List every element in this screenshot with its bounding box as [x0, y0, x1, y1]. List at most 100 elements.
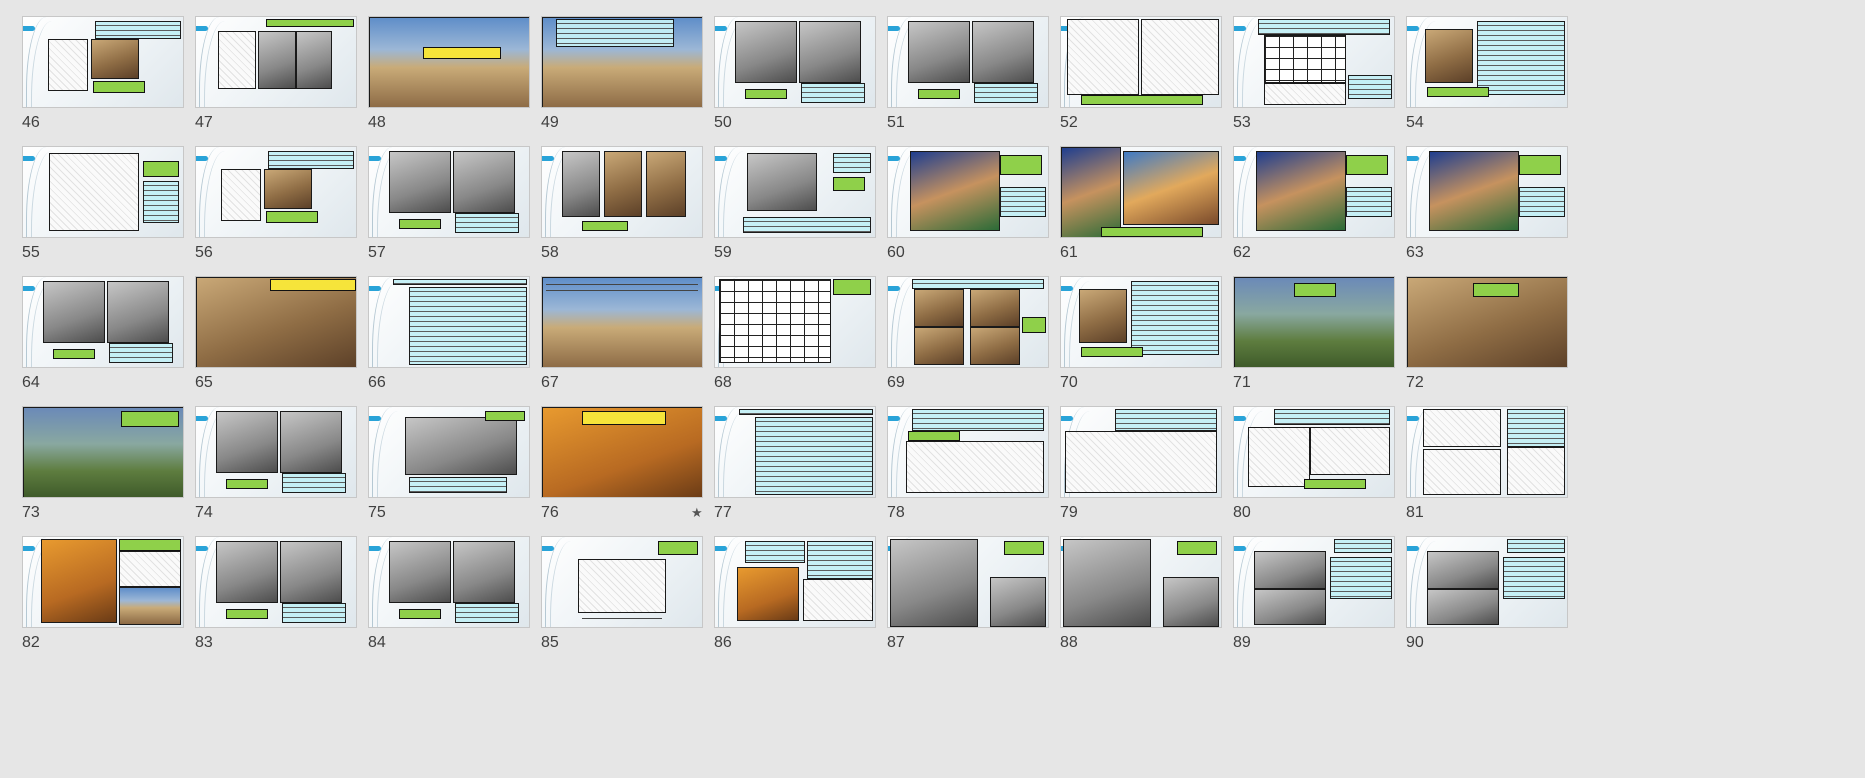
slide-thumbnail[interactable]: [714, 16, 876, 108]
slide-item[interactable]: 47: [195, 16, 357, 142]
slide-item[interactable]: 46: [22, 16, 184, 142]
slide-item[interactable]: 66: [368, 276, 530, 402]
slide-thumbnail[interactable]: [1233, 146, 1395, 238]
slide-thumbnail[interactable]: [887, 16, 1049, 108]
slide-item[interactable]: 58: [541, 146, 703, 272]
slide-thumbnail[interactable]: [1233, 276, 1395, 368]
slide-thumbnail[interactable]: [368, 146, 530, 238]
slide-item[interactable]: 79: [1060, 406, 1222, 532]
slide-item[interactable]: 48: [368, 16, 530, 142]
slide-thumbnail[interactable]: [1060, 16, 1222, 108]
slide-thumbnail[interactable]: [195, 16, 357, 108]
slide-item[interactable]: 90: [1406, 536, 1568, 662]
slide-thumbnail[interactable]: [368, 406, 530, 498]
slide-thumbnail[interactable]: [1060, 146, 1222, 238]
decor-tab: [1234, 416, 1246, 421]
slide-thumbnail[interactable]: [22, 276, 184, 368]
slide-thumbnail[interactable]: [541, 536, 703, 628]
slide-item[interactable]: 62: [1233, 146, 1395, 272]
slide-item[interactable]: 69: [887, 276, 1049, 402]
slide-thumbnail[interactable]: [195, 536, 357, 628]
slide-thumbnail[interactable]: [22, 536, 184, 628]
slide-thumbnail[interactable]: [1233, 406, 1395, 498]
slide-thumbnail[interactable]: [195, 146, 357, 238]
slide-item[interactable]: 86: [714, 536, 876, 662]
slide-thumbnail[interactable]: [714, 146, 876, 238]
slide-item[interactable]: 87: [887, 536, 1049, 662]
slide-thumbnail[interactable]: [368, 276, 530, 368]
slide-item[interactable]: 63: [1406, 146, 1568, 272]
slide-item[interactable]: 83: [195, 536, 357, 662]
slide-thumbnail[interactable]: [541, 16, 703, 108]
slide-thumbnail[interactable]: [1406, 536, 1568, 628]
slide-item[interactable]: 68: [714, 276, 876, 402]
slide-thumbnail[interactable]: [714, 276, 876, 368]
slide-item[interactable]: 57: [368, 146, 530, 272]
slide-thumbnail[interactable]: [1233, 536, 1395, 628]
slide-thumbnail[interactable]: [22, 406, 184, 498]
slide-item[interactable]: 82: [22, 536, 184, 662]
slide-thumbnail[interactable]: [1406, 406, 1568, 498]
slide-number: 78: [887, 504, 905, 521]
slide-item[interactable]: 61: [1060, 146, 1222, 272]
slide-thumbnail[interactable]: [714, 536, 876, 628]
slide-thumbnail[interactable]: [1060, 276, 1222, 368]
slide-thumbnail[interactable]: [541, 276, 703, 368]
slide-thumbnail[interactable]: [368, 16, 530, 108]
slide-number: 64: [22, 374, 40, 391]
slide-thumbnail[interactable]: [22, 146, 184, 238]
slide-item[interactable]: 74: [195, 406, 357, 532]
slide-thumbnail[interactable]: [1406, 276, 1568, 368]
slide-item[interactable]: 81: [1406, 406, 1568, 532]
slide-number: 65: [195, 374, 213, 391]
sketch-image: [578, 559, 666, 613]
slide-thumbnail[interactable]: [887, 536, 1049, 628]
slide-item[interactable]: 52: [1060, 16, 1222, 142]
slide-item[interactable]: 54: [1406, 16, 1568, 142]
slide-item[interactable]: 73: [22, 406, 184, 532]
text-box: [95, 21, 181, 39]
slide-item[interactable]: 72: [1406, 276, 1568, 402]
slide-item[interactable]: 65: [195, 276, 357, 402]
slide-item[interactable]: 78: [887, 406, 1049, 532]
slide-thumbnail[interactable]: [1060, 406, 1222, 498]
slide-item[interactable]: 88: [1060, 536, 1222, 662]
slide-item[interactable]: 84: [368, 536, 530, 662]
slide-thumbnail[interactable]: [1060, 536, 1222, 628]
slide-item[interactable]: 64: [22, 276, 184, 402]
slide-item[interactable]: 50: [714, 16, 876, 142]
slide-thumbnail[interactable]: [887, 276, 1049, 368]
slide-thumbnail[interactable]: [368, 536, 530, 628]
slide-thumbnail[interactable]: [541, 406, 703, 498]
slide-item[interactable]: 59: [714, 146, 876, 272]
slide-item[interactable]: 56: [195, 146, 357, 272]
slide-item[interactable]: 77: [714, 406, 876, 532]
slide-item[interactable]: 85: [541, 536, 703, 662]
slide-thumbnail[interactable]: [541, 146, 703, 238]
slide-thumbnail[interactable]: [714, 406, 876, 498]
slide-thumbnail[interactable]: [1233, 16, 1395, 108]
slide-item[interactable]: 75: [368, 406, 530, 532]
slide-number: 89: [1233, 634, 1251, 651]
slide-thumbnail[interactable]: [22, 16, 184, 108]
slide-item[interactable]: 71: [1233, 276, 1395, 402]
slide-item[interactable]: 49: [541, 16, 703, 142]
slide-item[interactable]: 53: [1233, 16, 1395, 142]
slide-thumbnail[interactable]: [195, 276, 357, 368]
slide-item[interactable]: 80: [1233, 406, 1395, 532]
decor-tab: [1061, 286, 1073, 291]
slide-thumbnail[interactable]: [887, 146, 1049, 238]
slide-item[interactable]: 89: [1233, 536, 1395, 662]
slide-item[interactable]: 70: [1060, 276, 1222, 402]
slide-item[interactable]: 51: [887, 16, 1049, 142]
slide-thumbnail[interactable]: [1406, 16, 1568, 108]
slide-thumbnail[interactable]: [1406, 146, 1568, 238]
photo-image: [264, 169, 312, 209]
photo-image: [119, 587, 181, 625]
slide-item[interactable]: 67: [541, 276, 703, 402]
slide-item[interactable]: 55: [22, 146, 184, 272]
slide-thumbnail[interactable]: [887, 406, 1049, 498]
slide-item[interactable]: 76 ★: [541, 406, 703, 532]
slide-item[interactable]: 60: [887, 146, 1049, 272]
slide-thumbnail[interactable]: [195, 406, 357, 498]
